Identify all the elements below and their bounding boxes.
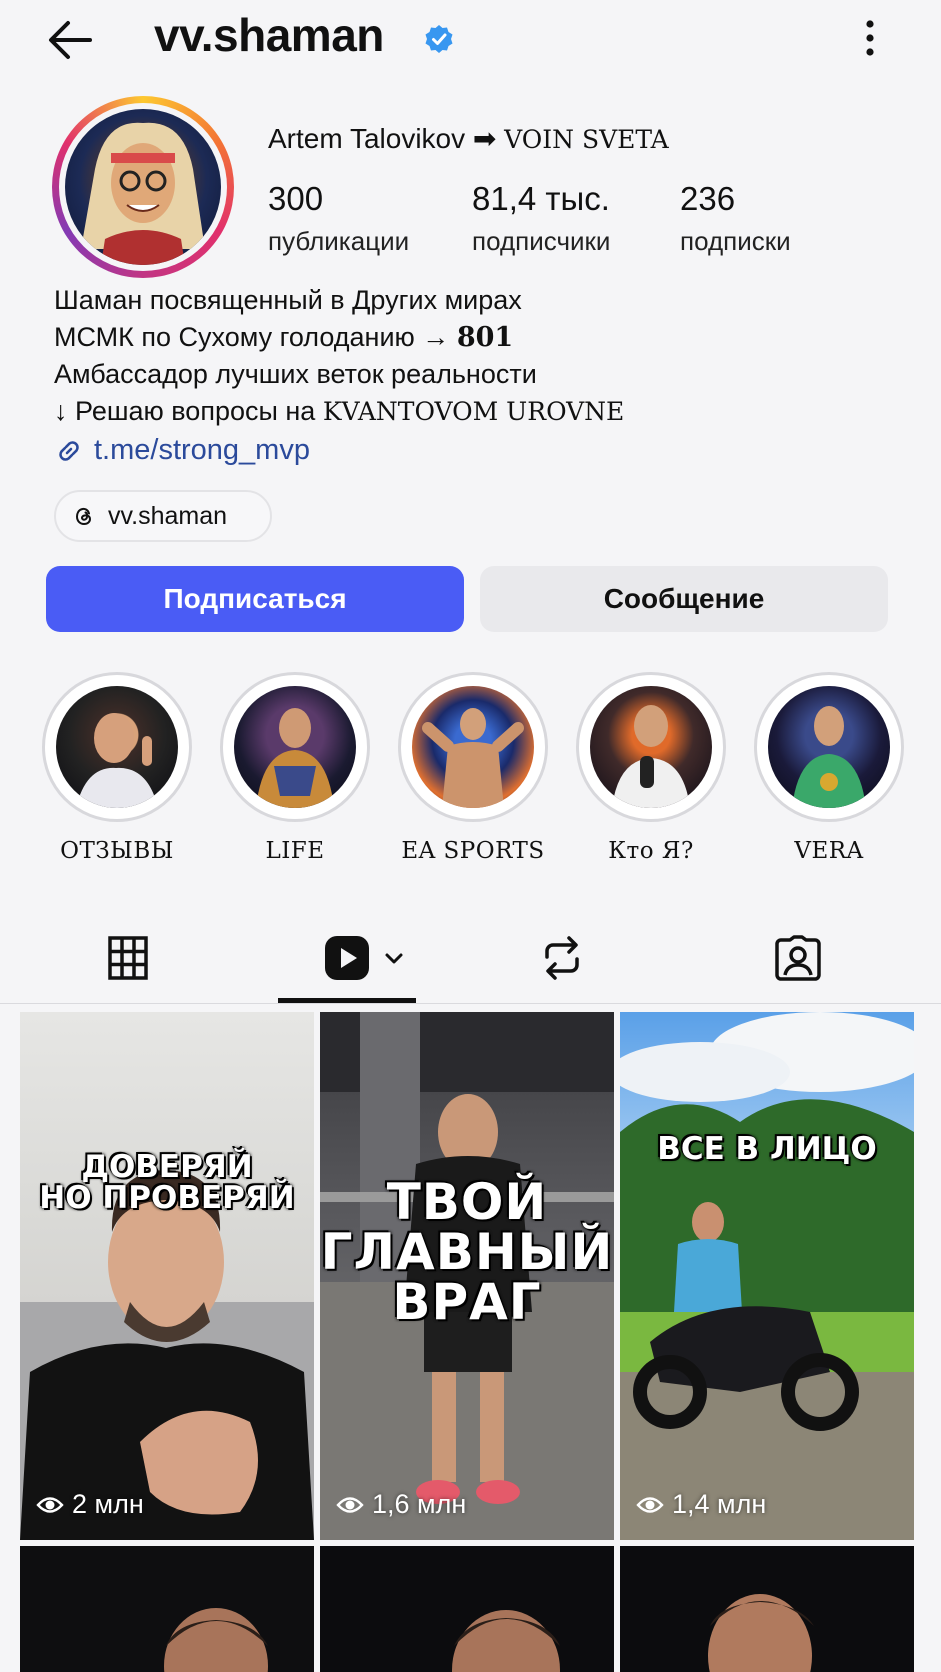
stat-following-value: 236 <box>680 180 736 217</box>
reel-views-count: 1,4 млн <box>672 1489 767 1519</box>
highlight-label: LIFE <box>265 838 325 864</box>
reel-caption: ТВОЙ ГЛАВНЫЙ ВРАГ <box>320 1173 614 1331</box>
reel-caption: ДОВЕРЯЙ НО ПРОВЕРЯЙ <box>39 1149 295 1216</box>
stat-following[interactable]: 236 подписки <box>680 180 791 257</box>
stat-posts-value: 300 <box>268 180 324 217</box>
reel-tile[interactable] <box>620 1546 914 1672</box>
eye-icon <box>36 1496 64 1513</box>
grid-icon <box>108 936 148 980</box>
active-tab-indicator <box>278 998 416 1003</box>
threads-badge[interactable]: vv.shaman <box>54 490 272 542</box>
stat-following-label: подписки <box>680 226 791 256</box>
highlight-label: ОТЗЫВЫ <box>60 838 174 864</box>
bio-styled-text: KVANTOVOM UROVNE <box>322 397 625 426</box>
profile-tabs <box>0 912 941 1004</box>
arrow-left-icon <box>49 21 92 59</box>
eye-icon <box>336 1496 364 1513</box>
reel-tile[interactable]: ВСЕ В ЛИЦО 1,4 млн <box>620 1012 914 1540</box>
highlight-label: VERA <box>794 838 864 864</box>
more-vertical-icon <box>866 20 874 56</box>
more-options-button[interactable] <box>858 14 882 66</box>
display-name: Artem Talovikov ➡ VOIN SVETA <box>268 122 669 155</box>
stat-followers-label: подписчики <box>472 226 611 256</box>
follow-button[interactable]: Подписаться <box>46 566 464 632</box>
stat-posts[interactable]: 300 публикации <box>268 180 409 257</box>
highlight-label: EA SPORTS <box>401 838 545 864</box>
highlight-cover <box>220 672 370 822</box>
tab-reels[interactable] <box>320 928 410 988</box>
back-button[interactable] <box>44 14 96 66</box>
highlight-label: Кто Я? <box>608 838 694 864</box>
top-bar: vv.shaman <box>0 0 941 80</box>
reel-tile[interactable]: ТВОЙ ГЛАВНЫЙ ВРАГ 1,6 млн <box>320 1012 614 1540</box>
message-button[interactable]: Сообщение <box>480 566 888 632</box>
bio-line-4: ↓ Решаю вопросы на KVANTOVOM UROVNE <box>54 396 625 426</box>
repost-icon <box>545 936 579 980</box>
highlight-item[interactable]: EA SPORTS <box>398 672 548 864</box>
highlight-cover <box>42 672 192 822</box>
bio-line-1: Шаман посвященный в Других мирах <box>54 285 522 315</box>
bio-line-3: Амбассадор лучших веток реальности <box>54 359 537 389</box>
profile-link-text: t.me/strong_mvp <box>94 434 310 466</box>
tagged-person-icon <box>775 935 821 981</box>
highlight-item[interactable]: VERA <box>754 672 904 864</box>
stat-followers[interactable]: 81,4 тыс. подписчики <box>472 180 610 257</box>
reel-views-count: 1,6 млн <box>372 1489 467 1519</box>
reel-thumbnail <box>452 1610 560 1672</box>
reel-thumbnail <box>620 1012 914 1540</box>
reel-tile[interactable] <box>20 1546 314 1672</box>
reels-icon <box>325 936 369 980</box>
bio-number: 801 <box>456 322 514 353</box>
stat-followers-value: 81,4 тыс. <box>472 180 610 217</box>
avatar-illustration <box>81 122 205 265</box>
reel-views: 2 млн <box>36 1489 144 1520</box>
threads-icon <box>75 507 92 526</box>
highlight-cover <box>754 672 904 822</box>
highlight-cover <box>398 672 548 822</box>
reel-caption: ВСЕ В ЛИЦО <box>657 1131 877 1167</box>
reel-thumbnail <box>164 1608 268 1672</box>
verified-badge-icon <box>425 25 453 53</box>
tab-tagged[interactable] <box>772 928 824 988</box>
avatar <box>65 109 221 265</box>
reel-thumbnail <box>20 1170 314 1540</box>
reel-tile[interactable]: ДОВЕРЯЙ НО ПРОВЕРЯЙ 2 млн <box>20 1012 314 1540</box>
chevron-down-icon[interactable] <box>381 945 407 971</box>
profile-username: vv.shaman <box>154 9 384 61</box>
reel-views: 1,6 млн <box>336 1489 466 1520</box>
avatar-story-ring[interactable] <box>52 96 234 278</box>
highlight-item[interactable]: Кто Я? <box>576 672 726 864</box>
reel-views-count: 2 млн <box>72 1489 144 1519</box>
eye-icon <box>636 1496 664 1513</box>
profile-bio: Шаман посвященный в Других мирах МСМК по… <box>54 282 624 430</box>
profile-link[interactable]: t.me/strong_mvp <box>54 434 310 467</box>
display-name-styled: VOIN SVETA <box>504 125 669 154</box>
bio-line-2: МСМК по Сухому голоданию → 801 <box>54 322 514 353</box>
highlight-cover <box>576 672 726 822</box>
reel-views: 1,4 млн <box>636 1489 766 1520</box>
stat-posts-label: публикации <box>268 226 410 256</box>
threads-handle: vv.shaman <box>108 501 228 530</box>
link-icon <box>59 440 79 461</box>
highlight-item[interactable]: ОТЗЫВЫ <box>42 672 192 864</box>
reel-tile[interactable] <box>320 1546 614 1672</box>
highlight-item[interactable]: LIFE <box>220 672 370 864</box>
tab-posts-grid[interactable] <box>104 928 152 988</box>
reel-thumbnail <box>708 1594 814 1672</box>
tab-reposts[interactable] <box>538 928 586 988</box>
display-name-text: Artem Talovikov ➡ <box>268 123 505 154</box>
